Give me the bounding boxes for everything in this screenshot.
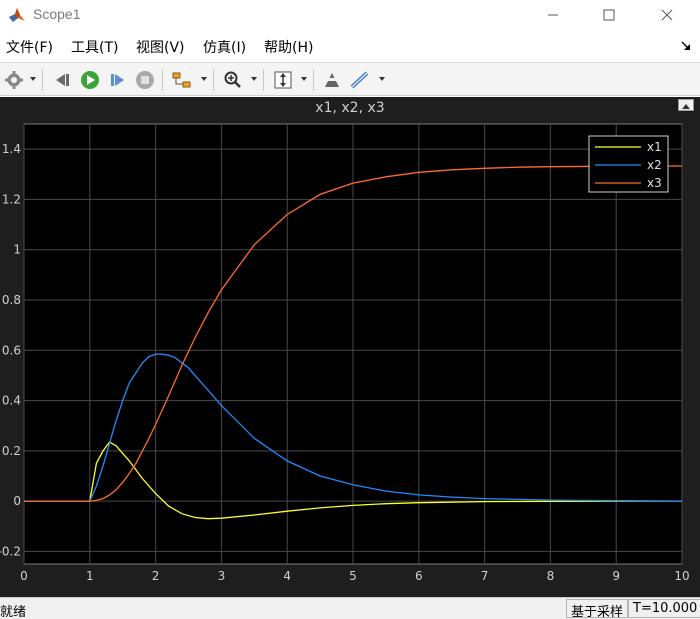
- autoscale-dropdown-icon[interactable]: [301, 77, 307, 81]
- menu-bar: 文件(F) 工具(T) 视图(V) 仿真(I) 帮助(H): [0, 32, 700, 60]
- menu-file[interactable]: 文件(F): [6, 37, 53, 57]
- y-tick-label: 0: [13, 494, 21, 508]
- step-back-icon[interactable]: [52, 68, 74, 92]
- menu-simulation[interactable]: 仿真(I): [203, 37, 246, 57]
- x-tick-label: 5: [349, 569, 357, 583]
- y-tick-label: 0.2: [2, 444, 21, 458]
- y-tick-label: 1: [13, 243, 21, 257]
- scope-plot[interactable]: 0 1 2 3 4 5 6 7 8 9 10 -0.2 0 0.2 0.4 0.6 0.8 1 1.2 1.4 x1 x2…: [0, 97, 700, 597]
- menu-help[interactable]: 帮助(H): [264, 37, 313, 57]
- y-tick-label: 0.6: [2, 343, 21, 357]
- plot-title: x1, x2, x3: [315, 100, 385, 116]
- x-tick-label: 3: [218, 569, 226, 583]
- measurement-icon[interactable]: [348, 68, 372, 92]
- y-tick-label: 0.8: [2, 293, 21, 307]
- legend-label-x2: x2: [647, 158, 662, 172]
- signal-select-icon[interactable]: [170, 68, 194, 92]
- signal-dropdown-icon[interactable]: [201, 77, 207, 81]
- y-tick-label: 1.2: [2, 192, 21, 206]
- toolbar-separator: [263, 69, 264, 91]
- x-tick-label: 4: [283, 569, 291, 583]
- autoscale-icon[interactable]: [271, 68, 295, 92]
- status-bar: 就绪 基于采样 T=10.000: [0, 597, 700, 619]
- toolbar-separator: [213, 69, 214, 91]
- x-tick-label: 7: [481, 569, 489, 583]
- gear-icon[interactable]: [3, 68, 25, 92]
- stop-icon[interactable]: [134, 68, 156, 92]
- x-tick-label: 6: [415, 569, 423, 583]
- x-tick-label: 0: [20, 569, 28, 583]
- x-tick-label: 1: [86, 569, 94, 583]
- legend-label-x1: x1: [647, 140, 662, 154]
- toolbar-separator: [42, 69, 43, 91]
- title-bar: Scope1: [0, 0, 700, 30]
- x-tick-label: 8: [547, 569, 555, 583]
- close-button[interactable]: [644, 0, 690, 30]
- dock-arrow-icon[interactable]: [680, 40, 692, 52]
- run-icon[interactable]: [79, 68, 101, 92]
- x-tick-label: 2: [152, 569, 160, 583]
- menu-tools[interactable]: 工具(T): [71, 37, 118, 57]
- scope-display: 0 1 2 3 4 5 6 7 8 9 10 -0.2 0 0.2 0.4 0.6 0.8 1 1.2 1.4 x1 x2…: [0, 97, 700, 597]
- gear-dropdown-icon[interactable]: [30, 77, 36, 81]
- toolbar: [0, 62, 700, 96]
- window-title: Scope1: [33, 6, 81, 22]
- toolbar-separator: [313, 69, 314, 91]
- zoom-icon[interactable]: [221, 68, 245, 92]
- y-tick-label: 0.4: [2, 394, 21, 408]
- maximize-button[interactable]: [586, 0, 632, 30]
- y-tick-label: 1.4: [2, 142, 21, 156]
- toolbar-separator: [162, 69, 163, 91]
- highlight-block-icon[interactable]: [321, 68, 343, 92]
- minimize-button[interactable]: [530, 0, 576, 30]
- zoom-dropdown-icon[interactable]: [251, 77, 257, 81]
- step-forward-icon[interactable]: [106, 68, 128, 92]
- x-tick-label: 9: [612, 569, 620, 583]
- status-text: 就绪: [0, 605, 27, 619]
- restore-axes-button[interactable]: [678, 99, 694, 111]
- menu-view[interactable]: 视图(V): [136, 37, 185, 57]
- measurement-dropdown-icon[interactable]: [379, 77, 385, 81]
- sampling-mode: 基于采样: [566, 599, 629, 619]
- matlab-icon: [8, 6, 26, 24]
- x-tick-label: 10: [674, 569, 689, 583]
- y-tick-label: -0.2: [0, 544, 21, 558]
- legend-label-x3: x3: [647, 176, 662, 190]
- sim-time: T=10.000: [628, 599, 700, 618]
